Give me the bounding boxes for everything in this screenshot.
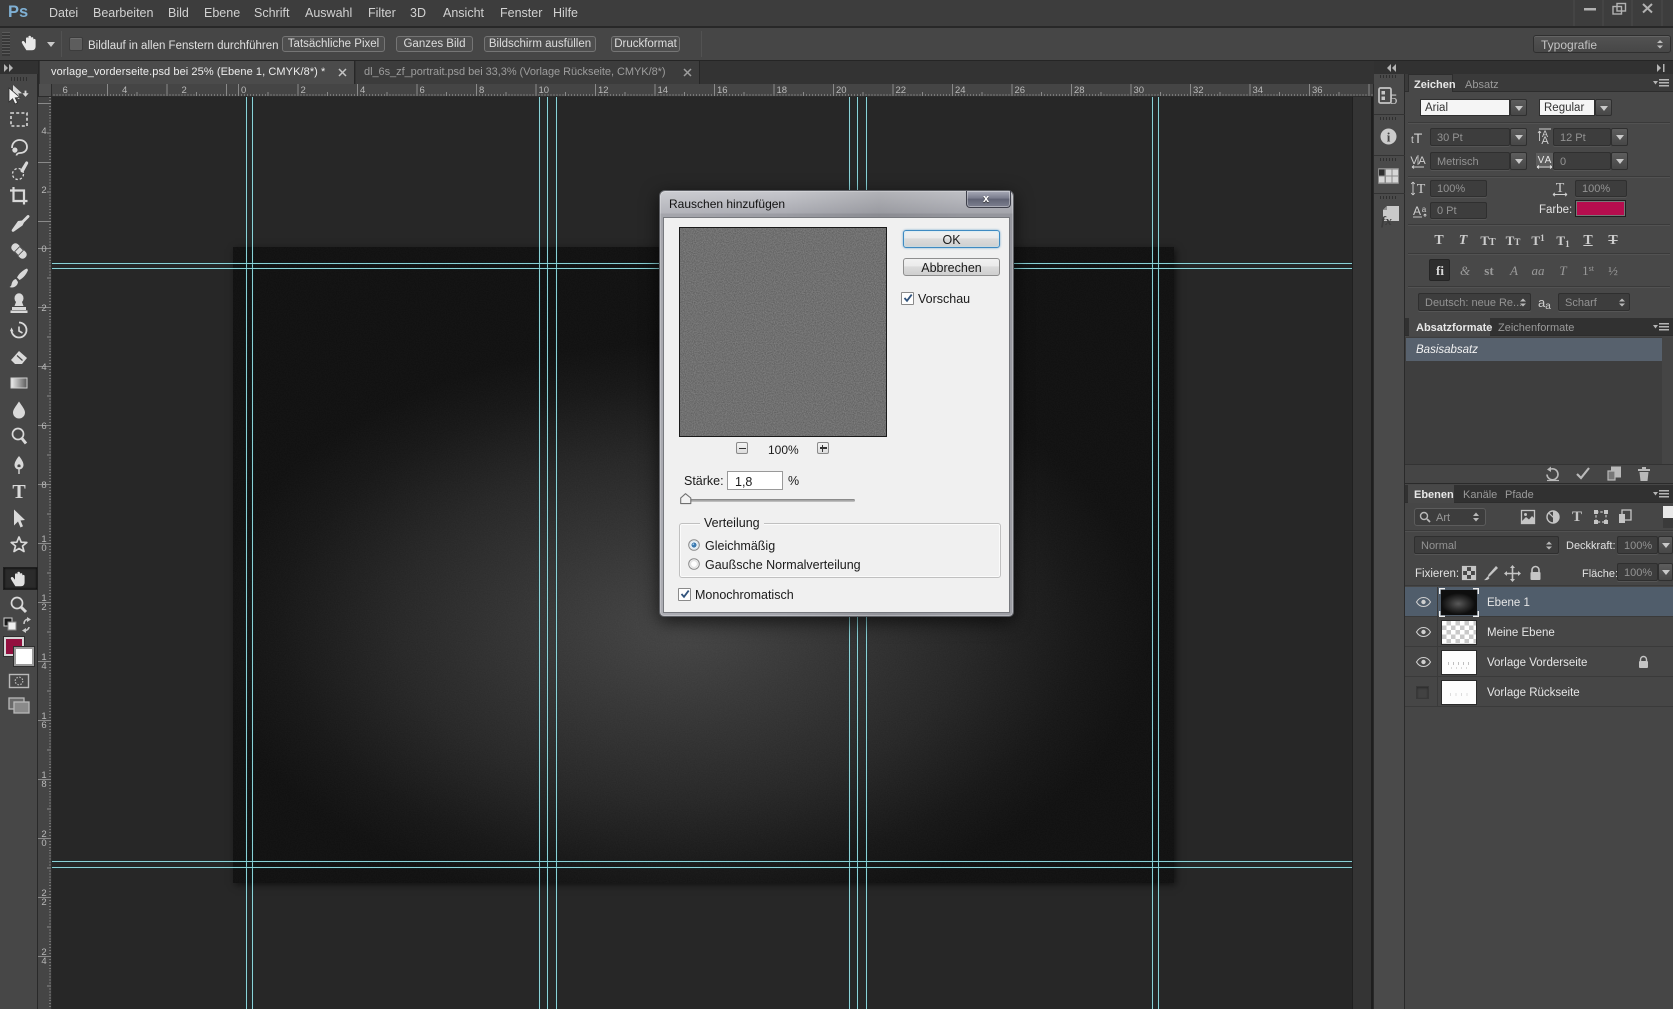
- svg-text:T: T: [1556, 181, 1565, 196]
- svg-text:A: A: [1413, 204, 1421, 218]
- svg-text:A: A: [1541, 135, 1549, 147]
- svg-text:5: 5: [1390, 92, 1398, 108]
- svg-text:i: i: [1387, 130, 1391, 145]
- svg-text:A: A: [1545, 155, 1552, 166]
- svg-text:V: V: [1410, 155, 1418, 167]
- svg-text:A: A: [1418, 155, 1426, 167]
- svg-text:T: T: [12, 481, 26, 503]
- svg-text:T: T: [1417, 182, 1426, 197]
- svg-text:V: V: [1538, 155, 1545, 166]
- svg-text:a: a: [1422, 205, 1427, 214]
- svg-text:fx: fx: [1381, 213, 1392, 228]
